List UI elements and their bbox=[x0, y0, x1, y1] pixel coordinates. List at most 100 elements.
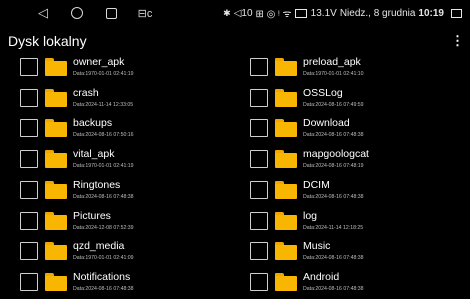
select-checkbox[interactable] bbox=[20, 58, 38, 76]
overflow-menu-icon[interactable]: ⋮ bbox=[451, 33, 464, 49]
folder-icon bbox=[275, 150, 297, 169]
select-checkbox[interactable] bbox=[250, 272, 268, 291]
file-name: Pictures bbox=[73, 209, 111, 222]
file-list-item[interactable]: mapgoologcat Data:2024-08-16 07:48:19 bbox=[250, 146, 470, 176]
select-checkbox[interactable] bbox=[20, 119, 38, 138]
file-list-item[interactable]: qzd_media Data:1970-01-01 02:41:09 bbox=[20, 238, 240, 268]
file-name: vital_apk bbox=[73, 148, 115, 161]
date-text: Niedz., 8 grudnia bbox=[339, 7, 416, 19]
select-checkbox[interactable] bbox=[20, 180, 38, 199]
file-list-item[interactable]: DCIM Data:2024-08-16 07:48:38 bbox=[250, 177, 470, 207]
app-header: Dysk lokalny ⋮ bbox=[0, 28, 470, 52]
select-checkbox[interactable] bbox=[250, 180, 268, 199]
file-date: Data:2024-08-16 07:48:38 bbox=[303, 132, 364, 139]
file-date: Data:2024-08-16 07:48:38 bbox=[73, 193, 134, 200]
file-name: log bbox=[303, 209, 318, 222]
file-list-item[interactable]: OSSLog Data:2024-08-16 07:49:59 bbox=[250, 85, 470, 115]
usb-icon: ⊟c bbox=[137, 7, 153, 20]
nav-bar: ◁ ⊟c bbox=[0, 5, 162, 21]
folder-icon bbox=[45, 180, 67, 199]
select-checkbox[interactable] bbox=[250, 150, 268, 169]
file-list-item[interactable]: Ringtones Data:2024-08-16 07:48:38 bbox=[20, 177, 240, 207]
page-title: Dysk lokalny bbox=[8, 33, 87, 49]
folder-icon bbox=[45, 150, 67, 169]
file-name: owner_apk bbox=[73, 56, 125, 68]
file-date: Data:2024-11-14 12:33:05 bbox=[73, 101, 134, 108]
home-circle-icon bbox=[71, 7, 83, 19]
file-name: crash bbox=[73, 86, 99, 99]
folder-icon bbox=[275, 180, 297, 199]
file-name: backups bbox=[73, 117, 113, 130]
file-date: Data:2024-08-16 07:49:59 bbox=[303, 101, 364, 108]
file-list-item[interactable]: Android Data:2024-08-16 07:48:38 bbox=[250, 269, 470, 299]
file-list-item[interactable]: backups Data:2024-08-16 07:50:16 bbox=[20, 115, 240, 145]
voltage-value: 13.1V bbox=[310, 7, 337, 19]
clock-time: 10:19 bbox=[418, 7, 444, 19]
folder-icon bbox=[275, 58, 297, 76]
file-date: Data:2024-08-16 07:48:38 bbox=[73, 285, 134, 292]
select-checkbox[interactable] bbox=[20, 242, 38, 261]
folder-icon bbox=[275, 211, 297, 230]
file-name: Download bbox=[303, 117, 350, 130]
recent-apps-button[interactable] bbox=[94, 7, 128, 19]
file-date: Data:2024-08-16 07:48:38 bbox=[303, 193, 364, 200]
select-checkbox[interactable] bbox=[20, 272, 38, 291]
file-name: mapgoologcat bbox=[303, 148, 369, 161]
voltage-icon bbox=[294, 8, 307, 18]
folder-icon bbox=[45, 211, 67, 230]
file-date: Data:2024-08-16 07:48:19 bbox=[303, 163, 364, 170]
file-list-item[interactable]: vital_apk Data:1970-01-01 02:41:19 bbox=[20, 146, 240, 176]
status-icons: ✱ ◁10 ⊞ ◎ ᵎ ᯤ 13.1V Niedz., 8 grudnia 10… bbox=[223, 0, 462, 26]
file-list-item[interactable]: log Data:2024-11-14 12:18:25 bbox=[250, 208, 470, 238]
folder-icon bbox=[275, 242, 297, 261]
folder-icon bbox=[45, 242, 67, 261]
file-list-item[interactable]: Music Data:2024-08-16 07:48:38 bbox=[250, 238, 470, 268]
file-list-item[interactable]: preload_apk Data:1970-01-01 02:41:10 bbox=[250, 54, 470, 84]
home-button[interactable] bbox=[60, 7, 94, 19]
select-checkbox[interactable] bbox=[250, 211, 268, 230]
folder-icon bbox=[275, 88, 297, 107]
folder-icon bbox=[45, 272, 67, 291]
select-checkbox[interactable] bbox=[250, 119, 268, 138]
file-date: Data:2024-12-08 07:52:39 bbox=[73, 224, 134, 231]
select-checkbox[interactable] bbox=[20, 211, 38, 230]
file-name: Music bbox=[303, 240, 331, 253]
select-checkbox[interactable] bbox=[250, 58, 268, 76]
file-name: qzd_media bbox=[73, 240, 125, 253]
file-name: preload_apk bbox=[303, 56, 361, 68]
file-list-item[interactable]: Download Data:2024-08-16 07:48:38 bbox=[250, 115, 470, 145]
folder-icon bbox=[45, 119, 67, 138]
file-name: Android bbox=[303, 270, 340, 283]
back-icon[interactable]: ◁ bbox=[26, 5, 60, 21]
bluetooth-icon: ✱ bbox=[223, 7, 231, 18]
file-date: Data:2024-08-16 07:50:16 bbox=[73, 132, 134, 139]
signal-icons: ⊞ ◎ ᵎ ᯤ bbox=[255, 9, 292, 20]
file-list-item[interactable]: owner_apk Data:1970-01-01 02:41:19 bbox=[20, 54, 240, 84]
file-list-item[interactable]: Notifications Data:2024-08-16 07:48:38 bbox=[20, 269, 240, 299]
file-name: DCIM bbox=[303, 178, 330, 191]
file-date: Data:1970-01-01 02:41:10 bbox=[303, 71, 364, 77]
select-checkbox[interactable] bbox=[20, 88, 38, 107]
volume-indicator: ◁10 bbox=[233, 7, 253, 19]
file-date: Data:2024-08-16 07:48:38 bbox=[303, 255, 364, 262]
file-date: Data:2024-08-16 07:48:38 bbox=[303, 285, 364, 292]
file-name: Notifications bbox=[73, 270, 131, 283]
file-date: Data:1970-01-01 02:41:09 bbox=[73, 255, 134, 262]
file-date: Data:1970-01-01 02:41:19 bbox=[73, 163, 134, 170]
folder-icon bbox=[275, 119, 297, 138]
file-date: Data:1970-01-01 02:41:19 bbox=[73, 71, 134, 77]
file-list-item[interactable]: crash Data:2024-11-14 12:33:05 bbox=[20, 85, 240, 115]
status-bar: ◁ ⊟c ✱ ◁10 ⊞ ◎ ᵎ ᯤ 13.1V Niedz., 8 grudn… bbox=[0, 0, 470, 26]
folder-icon bbox=[45, 58, 67, 76]
file-name: Ringtones bbox=[73, 178, 121, 191]
folder-icon bbox=[275, 272, 297, 291]
screen-icon[interactable] bbox=[451, 8, 462, 18]
select-checkbox[interactable] bbox=[250, 88, 268, 107]
select-checkbox[interactable] bbox=[250, 242, 268, 261]
file-name: OSSLog bbox=[303, 86, 343, 99]
folder-icon bbox=[45, 88, 67, 107]
file-date: Data:2024-11-14 12:18:25 bbox=[303, 224, 364, 231]
recent-square-icon bbox=[105, 7, 117, 19]
select-checkbox[interactable] bbox=[20, 150, 38, 169]
file-list-item[interactable]: Pictures Data:2024-12-08 07:52:39 bbox=[20, 208, 240, 238]
